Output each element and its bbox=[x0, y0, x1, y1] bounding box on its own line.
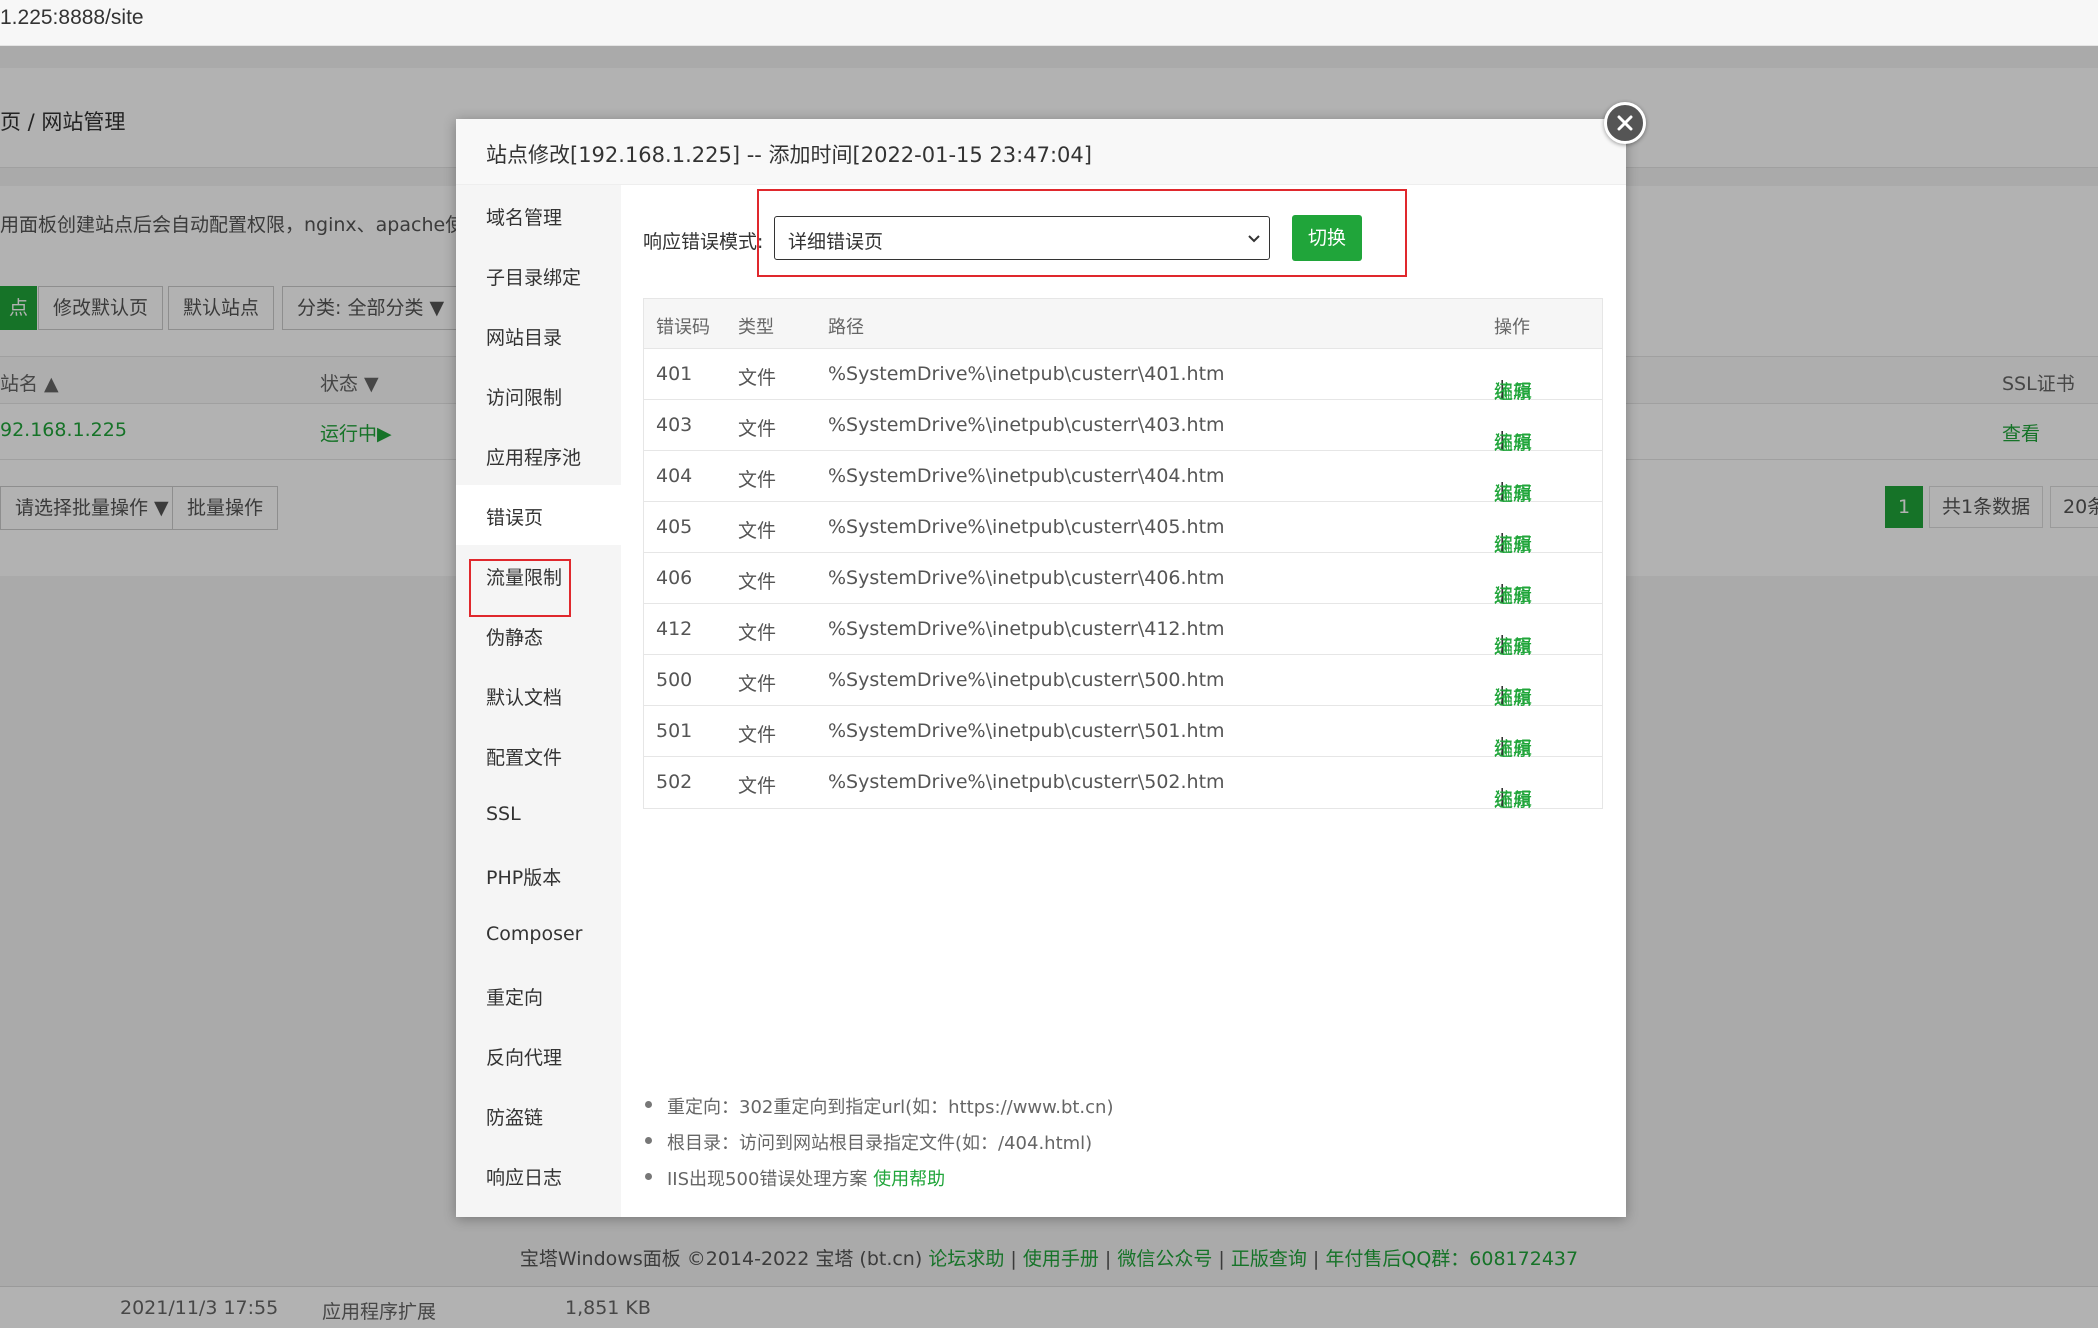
close-button[interactable] bbox=[1604, 102, 1646, 144]
error-code: 405 bbox=[656, 516, 693, 538]
error-type: 文件 bbox=[738, 469, 777, 491]
sidebar-item-access-limit[interactable]: 访问限制 bbox=[456, 365, 621, 425]
modal-title: 站点修改[192.168.1.225] -- 添加时间[2022-01-15 2… bbox=[486, 143, 1092, 167]
address-url[interactable]: 1.225:8888/site bbox=[0, 6, 144, 30]
error-type: 文件 bbox=[738, 520, 777, 542]
sidebar-item-site-dir[interactable]: 网站目录 bbox=[456, 305, 621, 365]
error-type: 文件 bbox=[738, 367, 777, 389]
sidebar-item-php-version[interactable]: PHP版本 bbox=[456, 845, 621, 905]
error-code: 403 bbox=[656, 414, 693, 436]
error-path: %SystemDrive%\inetpub\custerr\406.htm bbox=[828, 567, 1225, 589]
error-path: %SystemDrive%\inetpub\custerr\412.htm bbox=[828, 618, 1225, 640]
table-row: 501 文件 %SystemDrive%\inetpub\custerr\501.h… bbox=[644, 706, 1602, 760]
site-edit-modal: 站点修改[192.168.1.225] -- 添加时间[2022-01-15 2… bbox=[456, 119, 1626, 1217]
sidebar-item-hotlink[interactable]: 防盗链 bbox=[456, 1085, 621, 1145]
table-row: 500 文件 %SystemDrive%\inetpub\custerr\500.h… bbox=[644, 655, 1602, 709]
error-table-header: 错误码 类型 路径 操作 bbox=[644, 299, 1602, 349]
error-code: 406 bbox=[656, 567, 693, 589]
table-row: 404 文件 %SystemDrive%\inetpub\custerr\404.h… bbox=[644, 451, 1602, 505]
table-row: 502 文件 %SystemDrive%\inetpub\custerr\502.h… bbox=[644, 757, 1602, 811]
error-path: %SystemDrive%\inetpub\custerr\405.htm bbox=[828, 516, 1225, 538]
error-type: 文件 bbox=[738, 673, 777, 695]
table-row: 401 文件 %SystemDrive%\inetpub\custerr\401.h… bbox=[644, 349, 1602, 403]
list-item: 重定向：302重定向到指定url(如：https://www.bt.cn) bbox=[643, 1089, 1603, 1125]
list-item: 根目录：访问到网站根目录指定文件(如：/404.html) bbox=[643, 1125, 1603, 1161]
modal-header: 站点修改[192.168.1.225] -- 添加时间[2022-01-15 2… bbox=[456, 119, 1626, 185]
error-code: 502 bbox=[656, 771, 693, 793]
error-path: %SystemDrive%\inetpub\custerr\404.htm bbox=[828, 465, 1225, 487]
error-page-table: 错误码 类型 路径 操作 401 文件 %SystemDrive%\inetpub\… bbox=[643, 298, 1603, 811]
error-code: 401 bbox=[656, 363, 693, 385]
error-type: 文件 bbox=[738, 571, 777, 593]
modal-sidebar: 域名管理 子目录绑定 网站目录 访问限制 应用程序池 错误页 流量限制 伪静态 … bbox=[456, 185, 621, 1217]
table-row: 406 文件 %SystemDrive%\inetpub\custerr\406.h… bbox=[644, 553, 1602, 607]
error-code: 501 bbox=[656, 720, 693, 742]
error-type: 文件 bbox=[738, 724, 777, 746]
table-row: 412 文件 %SystemDrive%\inetpub\custerr\412.h… bbox=[644, 604, 1602, 658]
sidebar-item-redirect[interactable]: 重定向 bbox=[456, 965, 621, 1025]
table-row: 405 文件 %SystemDrive%\inetpub\custerr\405.h… bbox=[644, 502, 1602, 556]
error-path: %SystemDrive%\inetpub\custerr\500.htm bbox=[828, 669, 1225, 691]
restore-link[interactable]: 还原 bbox=[1494, 785, 1532, 812]
sidebar-item-config-file[interactable]: 配置文件 bbox=[456, 725, 621, 785]
help-notes: 重定向：302重定向到指定url(如：https://www.bt.cn) 根目… bbox=[643, 1089, 1603, 1197]
highlight-box-error-mode bbox=[757, 189, 1407, 277]
col-path: 路径 bbox=[828, 317, 864, 338]
error-path: %SystemDrive%\inetpub\custerr\401.htm bbox=[828, 363, 1225, 385]
list-item: IIS出现500错误处理方案 使用帮助 bbox=[643, 1161, 1603, 1197]
col-error-code: 错误码 bbox=[656, 317, 710, 338]
error-code: 500 bbox=[656, 669, 693, 691]
error-path: %SystemDrive%\inetpub\custerr\502.htm bbox=[828, 771, 1225, 793]
sidebar-item-app-pool[interactable]: 应用程序池 bbox=[456, 425, 621, 485]
error-type: 文件 bbox=[738, 775, 777, 797]
error-code: 404 bbox=[656, 465, 693, 487]
col-operation: 操作 bbox=[1494, 317, 1530, 338]
close-icon bbox=[1617, 115, 1633, 131]
browser-address-bar[interactable]: 1.225:8888/site bbox=[0, 0, 2098, 46]
error-page-content: 响应错误模式: 详细错误页 切换 错误码 类型 路径 操作 401 文件 %Syst… bbox=[621, 185, 1626, 1217]
col-type: 类型 bbox=[738, 317, 774, 338]
error-path: %SystemDrive%\inetpub\custerr\403.htm bbox=[828, 414, 1225, 436]
sidebar-item-domain[interactable]: 域名管理 bbox=[456, 185, 621, 245]
sidebar-item-subdir[interactable]: 子目录绑定 bbox=[456, 245, 621, 305]
sidebar-item-error-page[interactable]: 错误页 bbox=[456, 485, 621, 545]
sidebar-item-reverse-proxy[interactable]: 反向代理 bbox=[456, 1025, 621, 1085]
sidebar-item-ssl[interactable]: SSL bbox=[456, 785, 621, 845]
help-link[interactable]: 使用帮助 bbox=[873, 1169, 945, 1190]
table-row: 403 文件 %SystemDrive%\inetpub\custerr\403.h… bbox=[644, 400, 1602, 454]
error-type: 文件 bbox=[738, 622, 777, 644]
sidebar-item-default-doc[interactable]: 默认文档 bbox=[456, 665, 621, 725]
error-path: %SystemDrive%\inetpub\custerr\501.htm bbox=[828, 720, 1225, 742]
highlight-box-error-page bbox=[469, 559, 571, 617]
sidebar-item-response-log[interactable]: 响应日志 bbox=[456, 1145, 621, 1205]
sidebar-item-composer[interactable]: Composer bbox=[456, 905, 621, 965]
error-mode-label: 响应错误模式: bbox=[643, 231, 764, 253]
error-code: 412 bbox=[656, 618, 693, 640]
error-type: 文件 bbox=[738, 418, 777, 440]
